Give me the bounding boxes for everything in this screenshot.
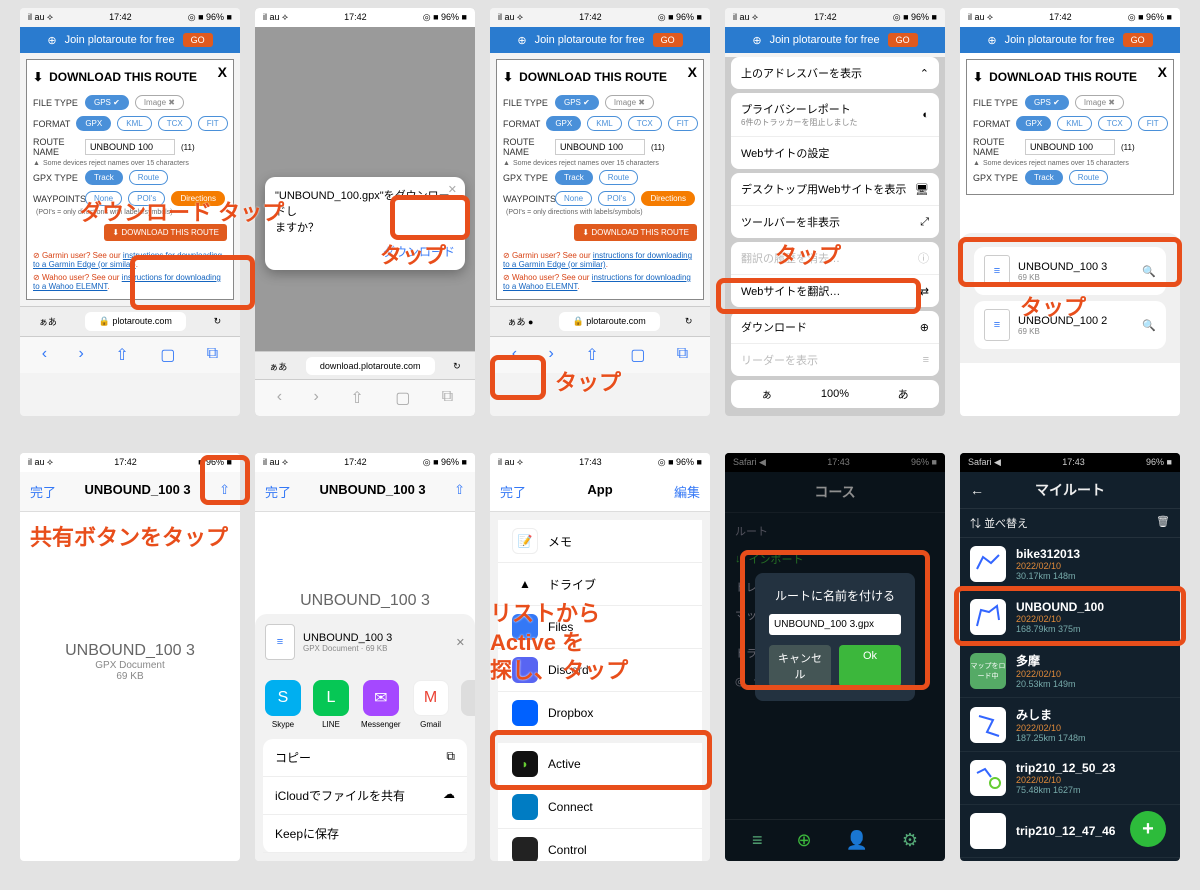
screen-8: il au ⟡17:43◎ ■ 96% ■ 完了App編集 📝メモ ▲ドライブ … [490,453,710,861]
back-icon[interactable]: ‹ [42,345,47,365]
done-button[interactable]: 完了 [30,482,56,501]
expand-icon: ⤢ [920,216,929,229]
screen-9: Safari ◀17:4396% ■ コース ルート ↓ インポート トレーナー… [725,453,945,861]
share-icon[interactable]: ⇧ [219,482,230,501]
shield-icon: ◐ [922,109,929,121]
screen-5: il au ⟡17:42◎ ■ 96% ■ ⊕Join plotaroute f… [960,8,1180,416]
share-sheet: ≡ UNBOUND_100 3GPX Document · 69 KB ✕ SS… [255,614,475,861]
screen-1: il au ⟡17:42◎ ■ 96% ■ ⊕Join plotaroute f… [20,8,240,416]
url-field[interactable]: 🔒 plotaroute.com [85,312,186,331]
download-confirm-button[interactable]: ダウンロード [383,245,455,259]
download-icon: ⊕ [920,321,929,334]
chip-gps[interactable]: GPS ✔ [85,95,129,110]
preview-header: 完了UNBOUND_100 3⇧ [20,472,240,512]
garmin-note: ⊘ Garmin user? See our instructions for … [33,249,227,271]
download-confirm-dialog: ✕ "UNBOUND_100.gpx"をダウンロードし ますか？ ダウンロード [265,177,465,270]
tabs-icon[interactable]: ⧉ [207,345,218,365]
status-bar: il au ⟡17:42◎ ■ 96% ■ [255,8,475,27]
status-bar: il au ⟡17:42◎ ■ 96% ■ [20,8,240,27]
desktop-icon: 🖥 [915,183,929,196]
ok-button[interactable]: Ok [839,645,901,687]
share-targets: SSkype LLINE ✉Messenger MGmail [255,670,475,739]
name-route-modal: ルートに名前を付ける キャンセルOk [755,573,915,701]
file-icon: ≡ [265,624,295,660]
wahoo-note: ⊘ Wahoo user? See our instructions for d… [33,271,227,293]
forward-icon[interactable]: › [79,345,84,365]
bookmarks-icon[interactable]: ▢ [160,345,175,365]
add-button[interactable]: + [1130,811,1166,847]
screen-10: Safari ◀17:4396% ■ ←マイルート ⇅ 並べ替え🗑 bike31… [960,453,1180,861]
refresh-icon[interactable]: ↻ [214,316,222,327]
close-icon[interactable]: ✕ [448,183,457,196]
safari-address-bar: ぁあdownload.plotaroute.com↻ [255,351,475,380]
safari-address-bar: ぁあ 🔒 plotaroute.com ↻ [20,306,240,336]
icloud-icon: ☁ [443,787,455,804]
search-icon[interactable]: 🔍 [1142,265,1156,278]
join-banner[interactable]: ⊕Join plotaroute for freeGO [20,27,240,53]
download-file-1[interactable]: ≡UNBOUND_100 369 KB🔍 [974,247,1166,295]
screen-6: il au ⟡17:42■ 96% ■ 完了UNBOUND_100 3⇧ UNB… [20,453,240,861]
panel-title: ⬇DOWNLOAD THIS ROUTE [33,66,227,92]
aa-button[interactable]: ぁあ ● [508,315,534,328]
trash-icon[interactable]: 🗑 [1156,515,1170,531]
aa-menu: 上のアドレスバーを表示⌃ [731,57,939,89]
zoom-control: ぁ100%あ [731,380,939,408]
sort-button[interactable]: ⇅ 並べ替え [970,515,1028,531]
screen-7: il au ⟡17:42◎ ■ 96% ■ 完了UNBOUND_100 3⇧ U… [255,453,475,861]
chip-image[interactable]: Image ✖ [135,95,184,110]
cancel-button[interactable]: キャンセル [769,645,831,687]
share-icon[interactable]: ⇧ [115,345,128,365]
close-icon[interactable]: X [218,64,227,80]
route-list: bike3120132022/02/1030.17km 148m UNBOUND… [960,538,1180,858]
screen-3: il au ⟡17:42◎ ■ 96% ■ ⊕Join plotaroute f… [490,8,710,416]
go-button[interactable]: GO [183,33,213,47]
download-route-button[interactable]: ⬇ DOWNLOAD THIS ROUTE [104,224,227,241]
download-file-2[interactable]: ≡UNBOUND_100 269 KB🔍 [974,301,1166,349]
route-unbound[interactable]: UNBOUND_1002022/02/10168.79km 375m [960,591,1180,644]
screen-4: il au ⟡17:42◎ ■ 96% ■ ⊕Join plotaroute f… [725,8,945,416]
downloads-row[interactable]: ダウンロード⊕ [731,311,939,344]
download-icon: ⬇ [33,70,43,84]
route-name-input[interactable] [769,614,901,635]
app-active[interactable]: ◗Active [498,743,702,786]
screen-2: il au ⟡17:42◎ ■ 96% ■ ✕ "UNBOUND_100.gpx… [255,8,475,416]
arrow-up-icon: ⌃ [920,67,929,80]
app-picker-header: 完了App編集 [490,472,710,512]
file-icon: ≡ [984,255,1010,287]
safari-toolbar: ‹ › ⇧ ▢ ⧉ [20,336,240,373]
translate-icon: ⇄ [920,285,929,298]
route-name-input[interactable] [85,139,175,155]
bottom-nav: ≡⊕👤⚙ [725,819,945,861]
copy-icon: ⧉ [446,749,455,766]
download-panel: X ⬇DOWNLOAD THIS ROUTE FILE TYPEGPS ✔Ima… [26,59,234,300]
close-icon[interactable]: ✕ [456,636,465,649]
aa-button[interactable]: ぁあ [39,315,57,328]
